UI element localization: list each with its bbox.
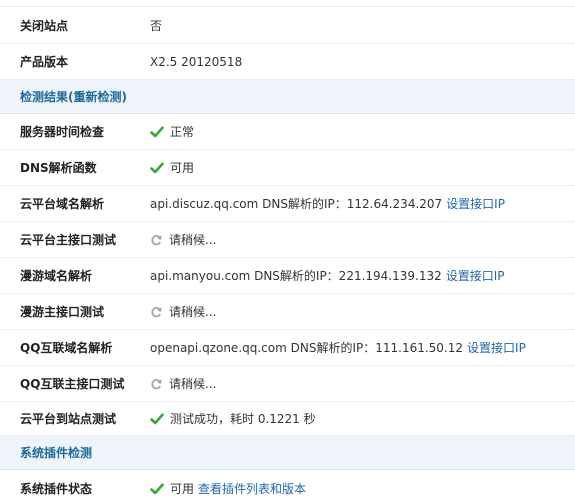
qq-dns-value: openapi.qzone.qq.com DNS解析的IP：111.161.50… <box>130 339 526 356</box>
dns-function-label: DNS解析函数 <box>20 161 97 175</box>
qq-api-text: 请稍候... <box>169 377 217 391</box>
version-label: 产品版本 <box>20 55 69 69</box>
section-plugin-title: 系统插件检测 <box>20 446 93 460</box>
row-close-site: 关闭站点 否 <box>0 7 575 44</box>
row-dns-function: DNS解析函数 可用 <box>0 150 575 186</box>
close-site-label: 关闭站点 <box>20 18 69 33</box>
manyou-dns-label: 漫游域名解析 <box>20 269 93 283</box>
qq-api-label: QQ互联主接口测试 <box>20 377 125 391</box>
check-icon <box>150 162 164 173</box>
row-server-time: 服务器时间检查 正常 <box>0 114 575 150</box>
plugin-status-text: 可用 <box>170 482 195 496</box>
check-icon <box>150 413 164 424</box>
cloud-dns-label: 云平台域名解析 <box>20 197 105 211</box>
cloud-api-text: 请稍候... <box>169 233 217 247</box>
loading-icon <box>151 234 162 245</box>
row-cloud-api: 云平台主接口测试 请稍候... <box>0 222 575 258</box>
qq-set-ip-link[interactable]: 设置接口IP <box>467 339 526 356</box>
row-manyou-dns: 漫游域名解析 api.manyou.com DNS解析的IP：221.194.1… <box>0 258 575 294</box>
row-manyou-api: 漫游主接口测试 请稍候... <box>0 294 575 330</box>
row-plugin-status: 系统插件状态 可用 查看插件列表和版本 <box>0 470 575 504</box>
manyou-set-ip-link[interactable]: 设置接口IP <box>446 267 505 284</box>
close-site-value: 否 <box>130 17 162 34</box>
cloud-dns-text: api.discuz.qq.com DNS解析的IP：112.64.234.20… <box>150 197 443 211</box>
cloud-set-ip-link[interactable]: 设置接口IP <box>446 195 505 212</box>
qq-api-value: 请稍候... <box>130 375 216 392</box>
dns-function-text: 可用 <box>170 161 195 175</box>
dns-function-value: 可用 <box>130 159 194 176</box>
check-icon <box>150 126 164 137</box>
row-version: 产品版本 X2.5 20120518 <box>0 44 575 80</box>
plugin-status-label: 系统插件状态 <box>20 482 93 496</box>
row-cloud-dns: 云平台域名解析 api.discuz.qq.com DNS解析的IP：112.6… <box>0 186 575 222</box>
check-icon <box>150 483 164 494</box>
qq-dns-text: openapi.qzone.qq.com DNS解析的IP：111.161.50… <box>150 341 464 355</box>
loading-icon <box>151 306 162 317</box>
top-border <box>0 0 575 7</box>
section-check-title[interactable]: 检测结果(重新检测) <box>0 88 127 105</box>
version-value: X2.5 20120518 <box>130 55 242 69</box>
plugin-list-link[interactable]: 查看插件列表和版本 <box>198 480 306 497</box>
cloud-to-site-value: 测试成功，耗时 0.1221 秒 <box>130 410 316 427</box>
manyou-api-label: 漫游主接口测试 <box>20 305 105 319</box>
cloud-dns-value: api.discuz.qq.com DNS解析的IP：112.64.234.20… <box>130 195 505 212</box>
server-time-text: 正常 <box>170 125 195 139</box>
version-text: X2.5 20120518 <box>150 54 243 69</box>
manyou-dns-value: api.manyou.com DNS解析的IP：221.194.139.132 … <box>130 267 505 284</box>
cloud-to-site-label: 云平台到站点测试 <box>20 412 117 426</box>
row-qq-dns: QQ互联域名解析 openapi.qzone.qq.com DNS解析的IP：1… <box>0 330 575 366</box>
row-qq-api: QQ互联主接口测试 请稍候... <box>0 366 575 402</box>
plugin-status-value: 可用 查看插件列表和版本 <box>130 480 306 497</box>
row-cloud-to-site: 云平台到站点测试 测试成功，耗时 0.1221 秒 <box>0 402 575 436</box>
loading-icon <box>151 378 162 389</box>
section-plugin-check: 系统插件检测 <box>0 436 575 470</box>
server-time-label: 服务器时间检查 <box>20 125 105 139</box>
cloud-api-label: 云平台主接口测试 <box>20 233 117 247</box>
manyou-dns-text: api.manyou.com DNS解析的IP：221.194.139.132 <box>150 269 442 283</box>
qq-dns-label: QQ互联域名解析 <box>20 341 113 355</box>
server-time-value: 正常 <box>130 123 194 140</box>
manyou-api-value: 请稍候... <box>130 303 216 320</box>
manyou-api-text: 请稍候... <box>169 305 217 319</box>
cloud-api-value: 请稍候... <box>130 231 216 248</box>
close-site-text: 否 <box>150 18 163 33</box>
cloud-to-site-text: 测试成功，耗时 0.1221 秒 <box>170 412 316 426</box>
section-check-results: 检测结果(重新检测) <box>0 80 575 114</box>
